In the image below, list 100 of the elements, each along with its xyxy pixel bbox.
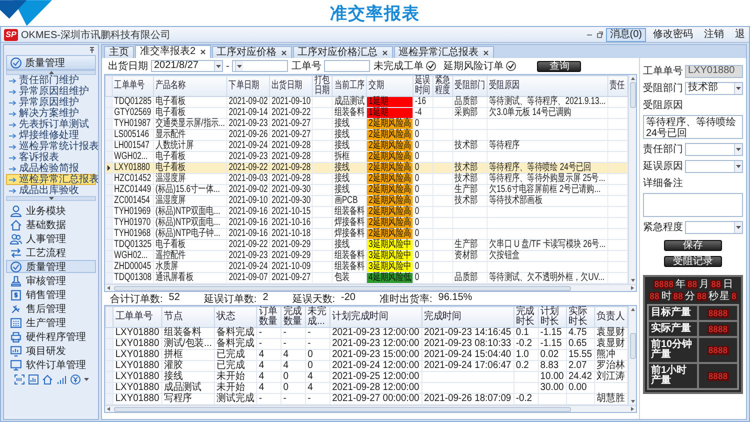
column-header[interactable]: 延误时间 <box>413 76 433 96</box>
nav-item[interactable]: 异常原因组维护 <box>6 86 96 97</box>
module-item[interactable]: 硬件程序管理 <box>6 330 96 343</box>
status-cell: 4延期风险低 <box>366 272 414 284</box>
module-item[interactable]: 工艺流程 <box>6 246 96 259</box>
table-row[interactable]: TDQ01285 电子看板 2021-09-02 2021-09-10 成品测试 1延期 -16 品质部 等待测试、等待程序、2021.9.13... <box>105 96 628 108</box>
module-item[interactable]: 业务模块 <box>6 204 96 217</box>
column-header[interactable]: 节点 <box>162 306 214 328</box>
column-header[interactable]: 产品名称 <box>153 76 227 96</box>
nav-item[interactable]: 解决方案维护 <box>6 108 96 119</box>
header-button[interactable]: 消息(0) <box>606 28 646 42</box>
table-row[interactable]: ZHD00045 水质屏 2021-09-24 2021-10-09 组装备料 3延期风险中 0 <box>105 262 628 272</box>
column-header[interactable]: 出货日期 <box>270 76 313 96</box>
column-header[interactable]: 计划完成时间 <box>330 306 422 328</box>
action-button[interactable]: 受阻记录 <box>664 256 722 267</box>
corner-decoration-drawing <box>0 0 52 26</box>
nav-item[interactable]: 成品检验简报 <box>6 163 96 174</box>
header-button[interactable]: 注销 <box>700 28 728 42</box>
column-header[interactable]: 计划时长 <box>538 306 566 328</box>
nav-item[interactable]: 责任部门维护 <box>6 75 96 86</box>
table-cell: 显示配件 <box>153 130 227 140</box>
nav-item[interactable]: 成品出库验收 <box>6 185 96 196</box>
table-cell: (标品)15.6寸一体... <box>153 184 227 196</box>
action-button[interactable]: 保存 <box>664 240 722 251</box>
collapse-bar[interactable] <box>6 70 96 75</box>
column-header[interactable]: 受阻原因 <box>487 76 608 96</box>
horizontal-scrollbar[interactable] <box>105 284 636 291</box>
module-item[interactable]: 软件订单管理 <box>6 358 96 371</box>
table-cell: 欠串口 U 盘/TF 卡读写模块 26号... <box>487 240 608 250</box>
module-item[interactable]: 项目研发 <box>6 344 96 357</box>
table-cell: 2021-09-14 <box>226 108 270 118</box>
text-area[interactable] <box>643 193 743 217</box>
module-item[interactable]: 销售管理 <box>6 288 96 301</box>
column-header[interactable]: 工单单号 <box>112 76 154 96</box>
column-header[interactable]: 交期 <box>366 76 414 96</box>
module-item[interactable]: 基础数据 <box>6 218 96 231</box>
column-header[interactable]: 责任 <box>608 76 628 96</box>
date-field[interactable] <box>232 60 288 72</box>
module-item[interactable]: 生产管理 <box>6 316 96 329</box>
table-cell: 技术部 <box>452 162 488 174</box>
table-cell: 熊冲 <box>594 350 628 360</box>
table-row[interactable]: TDQ01325 电子看板 2021-09-22 2021-09-29 接线 3延期风险中 0 生产部 欠串口 U 盘/TF 卡读写模块 26号... <box>105 240 628 250</box>
nav-item[interactable]: 先表拆订单测试 <box>6 119 96 130</box>
column-header[interactable]: 状态 <box>214 306 256 328</box>
column-header[interactable]: 负责人 <box>594 306 628 328</box>
tab[interactable]: 准交率报表2 <box>135 45 211 58</box>
vertical-scrollbar[interactable] <box>628 306 636 405</box>
nav-item[interactable]: 客诉报表 <box>6 152 96 163</box>
header-button[interactable]: 修改密码 <box>649 28 697 42</box>
collapse-bar[interactable] <box>6 196 96 201</box>
table-row[interactable]: LH001547 人数统计屏 2021-09-24 2021-09-28 接线 2延期风险高 0 技术部 等待程序 <box>105 140 628 152</box>
table-row[interactable]: HZC01452 温湿度屏 2021-09-03 2021-09-28 接线 2延期风险高 0 技术部 等待程序、等待外购显示屏 25号... <box>105 174 628 184</box>
tab[interactable]: 工序对应价格 <box>212 46 292 58</box>
horizontal-scrollbar[interactable] <box>105 405 636 412</box>
page-title: 准交率报表 <box>330 2 420 24</box>
table-cell: 4 <box>280 350 306 360</box>
module-item[interactable]: 质量管理 <box>6 260 96 273</box>
table-row[interactable]: ZC001454 温湿度屏 2021-09-10 2021-09-30 画PCB 2延期风险高 0 技术部 等待技术部画板 <box>105 196 628 206</box>
table-row[interactable]: GTY02569 电子看板 2021-09-14 2021-09-22 组装备料 1延期 -4 采购部 欠3.0单元板 14号已调购 <box>105 108 628 118</box>
column-header[interactable]: 紧急程度 <box>432 76 453 96</box>
table-cell: 0 <box>413 140 433 152</box>
checkbox[interactable] <box>506 61 516 71</box>
column-header[interactable]: 当前工序 <box>332 76 367 96</box>
nav-item[interactable]: 焊接维修处理 <box>6 130 96 141</box>
module-item[interactable]: 人事管理 <box>6 232 96 245</box>
module-item[interactable]: 售后管理 <box>6 302 96 315</box>
dropdown[interactable] <box>685 142 743 156</box>
column-header[interactable]: 工单单号 <box>112 306 162 328</box>
table-cell: 0 <box>413 196 433 206</box>
column-header[interactable]: 下单日期 <box>226 76 270 96</box>
vertical-scrollbar[interactable] <box>628 75 636 284</box>
table-row[interactable]: WGH02... 遥控配件 2021-09-23 2021-09-29 组装备料 3延期风险中 0 资材部 欠按钮盒 <box>105 250 628 262</box>
date-field[interactable]: 2021/8/27 <box>151 60 223 72</box>
table-row[interactable]: TYH01987 交通类显示屏/指示... 2021-09-23 2021-09-27 接线 2延期风险高 0 <box>105 118 628 130</box>
tab[interactable]: 工序对应价格汇总 <box>292 46 393 58</box>
table-row[interactable]: LS005146 显示配件 2021-09-26 2021-09-27 接线 2延期风险高 0 <box>105 130 628 140</box>
table-row[interactable]: LXY01880 电子看板 2021-09-22 2021-09-28 接线 2延期风险高 0 技术部 等待程序、等待喷绘 24号已回 <box>105 162 628 174</box>
table-row[interactable]: TYH01968 (标品)NTP电子钟... 2021-09-16 2021-10-18 焊接备料 2延期风险高 0 <box>105 228 628 240</box>
table-cell: 测试/包装... <box>162 338 214 350</box>
table-row[interactable]: TYH01969 (标品)NTP双面电... 2021-09-16 2021-10-15 组装备料 2延期风险高 0 <box>105 206 628 218</box>
text-area[interactable]: 等待程序、等待喷绘 24号已回 <box>643 115 743 139</box>
column-header[interactable]: 受阻部门 <box>452 76 488 96</box>
module-item[interactable]: 审核管理 <box>6 274 96 287</box>
column-header[interactable]: 订单数量 <box>256 306 281 328</box>
header-button[interactable]: 退 <box>731 28 749 42</box>
nav-item[interactable]: 异常原因维护 <box>6 97 96 108</box>
input-field[interactable] <box>324 60 370 72</box>
table-row[interactable]: HZC01449 (标品)15.6寸一体... 2021-09-02 2021-09-30 接线 2延期风险高 0 生产部 欠15.6寸电容屏前框 2号已请购... <box>105 184 628 196</box>
table-cell: -1.15 <box>538 328 566 338</box>
checkbox[interactable] <box>426 61 436 71</box>
table-row[interactable]: TYH01970 (标品)NTP双面电... 2021-09-16 2021-10-16 焊接备料 2延期风险高 0 <box>105 218 628 228</box>
section-header[interactable]: 质量管理 <box>6 55 96 70</box>
dropdown[interactable] <box>685 220 743 234</box>
column-header[interactable]: 打包日期 <box>312 76 332 96</box>
column-header[interactable]: 完成时间 <box>422 306 514 328</box>
search-button[interactable]: 查询 <box>537 60 582 72</box>
tab[interactable]: 主页 <box>104 46 134 58</box>
tab[interactable]: 巡检异常汇总报表 <box>394 46 494 58</box>
dropdown[interactable] <box>685 160 743 172</box>
dropdown[interactable]: 技术部 <box>685 82 743 94</box>
